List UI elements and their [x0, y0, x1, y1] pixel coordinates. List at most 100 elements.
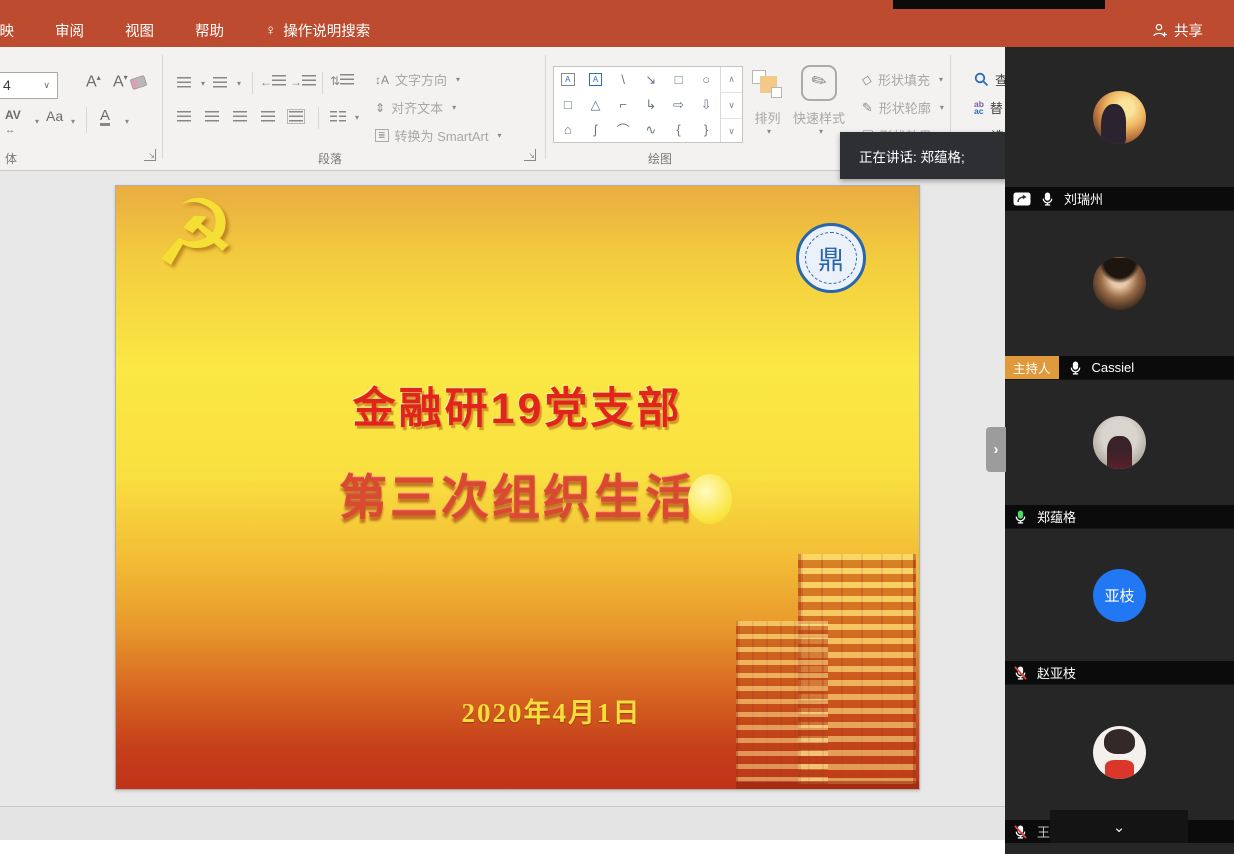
shape-glyph[interactable]: ⌐	[619, 97, 627, 112]
shape-glyph[interactable]: }	[704, 122, 708, 137]
grow-font-button[interactable]: A▴	[86, 73, 101, 91]
shape-glyph[interactable]: {	[676, 122, 680, 137]
window-edge-notch	[893, 0, 1105, 9]
mic-muted-icon	[1013, 665, 1028, 681]
gallery-more-icon[interactable]: ∨	[721, 118, 742, 144]
shape-glyph[interactable]: ↘	[645, 72, 656, 88]
tell-me-label: 操作说明搜索	[283, 20, 370, 41]
clear-formatting-icon[interactable]	[130, 75, 148, 90]
shape-glyph[interactable]: ∿	[645, 122, 656, 138]
align-text-button[interactable]: ⇕ 对齐文本▾	[375, 98, 456, 117]
shape-glyph[interactable]: □	[675, 72, 683, 87]
participant-namebar: 郑蕴格	[1005, 505, 1234, 528]
sidebar-collapse-button[interactable]: ⌄	[1050, 810, 1188, 843]
shape-glyph[interactable]: ○	[702, 72, 710, 87]
find-button[interactable]: 查	[974, 70, 1008, 89]
share-button[interactable]: 共享	[1152, 20, 1203, 41]
tab-help[interactable]: 帮助	[193, 14, 226, 47]
group-divider	[162, 55, 163, 159]
shape-glyph[interactable]: ʃ	[594, 122, 597, 137]
slide-title-line1[interactable]: 金融研19党支部	[116, 374, 919, 436]
chevron-down-icon: ▾	[35, 117, 39, 126]
host-badge: 主持人	[1005, 356, 1059, 379]
character-spacing-button[interactable]: AV↔	[5, 108, 21, 136]
mic-icon	[1068, 360, 1083, 376]
increase-indent-button[interactable]: →	[290, 75, 316, 89]
highlight-blob	[688, 474, 732, 524]
tell-me-search[interactable]: ♀ 操作说明搜索	[263, 14, 372, 47]
shape-glyph[interactable]: A	[589, 73, 602, 86]
scroll-down-icon[interactable]: ∨	[721, 92, 742, 118]
tab-view[interactable]: 视图	[123, 14, 156, 47]
screen-share-icon	[1013, 192, 1031, 206]
change-case-button[interactable]: Aa	[46, 108, 63, 124]
shape-fill-button[interactable]: ◇ 形状填充▾	[862, 70, 943, 89]
powerpoint-titlebar: 放映 审阅 视图 帮助 ♀ 操作说明搜索 共享	[0, 0, 1234, 47]
scroll-up-icon[interactable]: ∧	[721, 67, 742, 92]
gallery-scrollbar[interactable]: ∧ ∨ ∨	[720, 67, 742, 142]
participant-tile[interactable]: 郑蕴格	[1005, 380, 1234, 529]
justify-button[interactable]	[261, 109, 275, 127]
shape-glyph[interactable]: ⌂	[564, 122, 572, 137]
shape-glyph[interactable]: \	[621, 72, 625, 87]
font-color-button[interactable]: A	[100, 108, 110, 126]
chevron-down-icon: ▾	[355, 113, 359, 122]
shapes-gallery[interactable]: A A \ ↘ □ ○ □ △ ⌐ ↳ ⇨ ⇩ ⌂ ʃ ⌒ ∿ {} ∧ ∨ ∨	[553, 66, 743, 143]
shape-glyphs[interactable]: A A \ ↘ □ ○ □ △ ⌐ ↳ ⇨ ⇩ ⌂ ʃ ⌒ ∿ {}	[554, 67, 720, 142]
bullets-button[interactable]	[177, 75, 191, 93]
participant-name: Cassiel	[1092, 360, 1135, 375]
align-center-button[interactable]	[205, 109, 219, 127]
chevron-down-icon: ∨	[43, 73, 50, 98]
pencil-icon: ✎	[862, 100, 873, 116]
slide-date[interactable]: 2020年4月1日	[150, 691, 920, 730]
chevron-down-icon: ▾	[125, 117, 129, 126]
quick-styles-button[interactable]: 快速样式	[786, 108, 852, 127]
columns-button[interactable]	[330, 109, 346, 127]
editing-canvas: ☭ 鼎 金融研19党支部 第三次组织生活 2020年4月1日	[0, 171, 1005, 806]
arrange-icon	[752, 70, 784, 104]
text-direction-button[interactable]: ↕A 文字方向▾	[375, 70, 460, 89]
participant-tile[interactable]: 亚枝 赵亚枝	[1005, 529, 1234, 685]
shape-glyph[interactable]: ⇩	[701, 97, 712, 113]
numbering-button[interactable]	[213, 75, 227, 93]
font-dialog-launcher[interactable]: ↘	[144, 149, 156, 161]
replace-icon: abac	[974, 101, 984, 115]
shape-glyph[interactable]: △	[590, 97, 600, 113]
sidebar-expand-handle[interactable]: ›	[986, 427, 1006, 472]
tab-review[interactable]: 审阅	[53, 14, 86, 47]
participant-tile[interactable]: 主持人 Cassiel	[1005, 211, 1234, 380]
quick-styles-icon: ✎	[801, 65, 837, 101]
shape-glyph[interactable]: ⌒	[617, 120, 630, 139]
shape-outline-button[interactable]: ✎ 形状轮廓▾	[862, 98, 944, 117]
shrink-font-button[interactable]: A▾	[113, 73, 128, 91]
mic-muted-icon	[1013, 824, 1028, 840]
shape-glyph[interactable]: A	[561, 73, 574, 86]
slide[interactable]: ☭ 鼎 金融研19党支部 第三次组织生活 2020年4月1日	[115, 185, 920, 790]
shape-glyph[interactable]: ⇨	[673, 97, 684, 113]
font-size-combobox[interactable]: 4 ∨	[0, 72, 58, 99]
campus-building-image	[736, 554, 920, 790]
align-left-button[interactable]	[177, 109, 191, 127]
ribbon-tabs: 放映 审阅 视图 帮助 ♀ 操作说明搜索	[0, 14, 372, 47]
avatar	[1093, 257, 1146, 310]
line-spacing-button[interactable]: ⇅	[330, 74, 354, 88]
tab-slideshow[interactable]: 放映	[0, 14, 16, 47]
mic-speaking-icon	[1013, 509, 1028, 525]
divider	[86, 107, 87, 133]
paragraph-group-label: 段落	[318, 150, 342, 167]
participant-tile[interactable]: 刘瑞州	[1005, 47, 1234, 211]
shape-glyph[interactable]: □	[564, 97, 572, 112]
slide-title-line2[interactable]: 第三次组织生活	[116, 458, 919, 528]
distribute-text-button[interactable]	[289, 109, 303, 127]
paragraph-dialog-launcher[interactable]: ↘	[524, 149, 536, 161]
align-right-button[interactable]	[233, 109, 247, 127]
decrease-indent-button[interactable]: ←	[260, 75, 286, 89]
replace-button[interactable]: abac 替	[974, 98, 1003, 117]
shape-glyph[interactable]: ↳	[645, 97, 656, 113]
convert-smartart-button[interactable]: ≣ 转换为 SmartArt▾	[375, 126, 501, 145]
drawing-group-label: 绘图	[630, 150, 690, 167]
divider	[318, 107, 319, 129]
chevron-down-icon: ▾	[201, 79, 205, 88]
chevron-down-icon: ▾	[237, 79, 241, 88]
meeting-participants-sidebar: 刘瑞州 主持人 Cassiel	[1005, 47, 1234, 854]
